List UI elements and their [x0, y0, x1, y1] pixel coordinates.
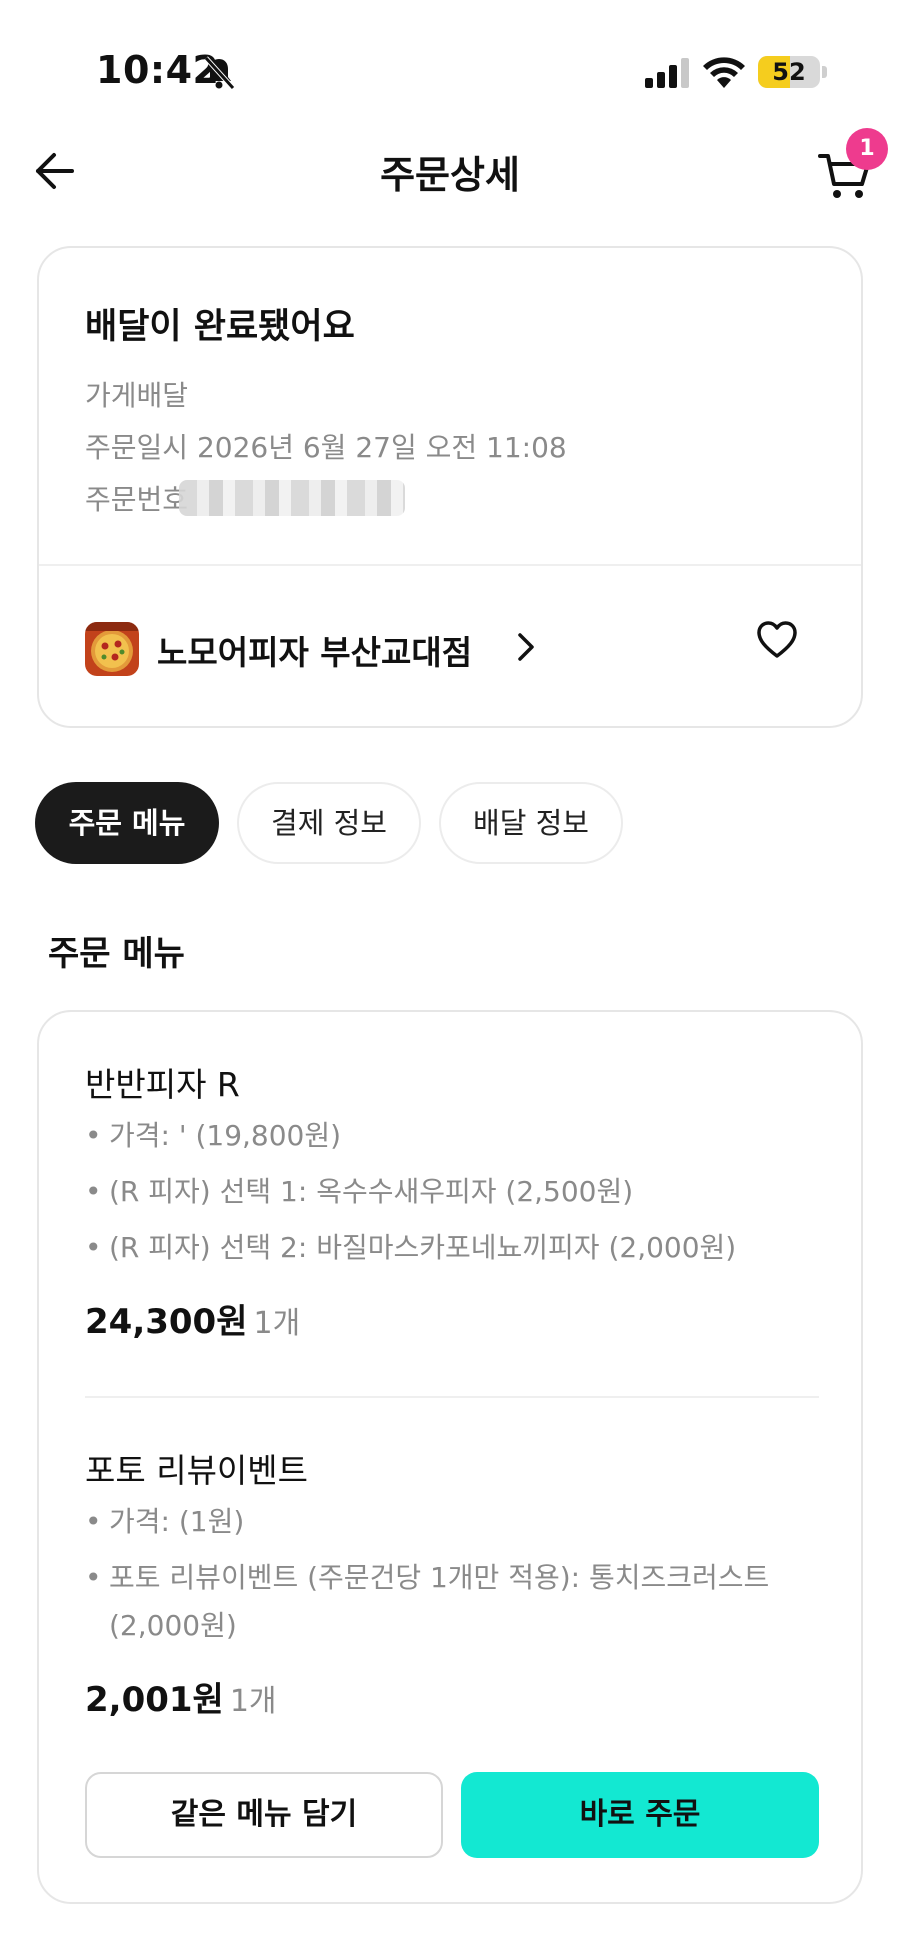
- tab-order-menu[interactable]: 주문 메뉴: [35, 782, 219, 864]
- cart-count-badge: 1: [846, 128, 888, 170]
- item-divider: [85, 1396, 819, 1398]
- menu-item-option: • (R 피자) 선택 2: 바질마스카포네뇨끼피자 (2,000원): [85, 1224, 825, 1272]
- order-date: 주문일시 2026년 6월 27일 오전 11:08: [85, 431, 567, 464]
- battery-cap: [822, 66, 827, 78]
- order-now-button[interactable]: 바로 주문: [461, 1772, 819, 1858]
- delivery-status-title: 배달이 완료됐어요: [85, 307, 355, 347]
- store-name: 노모어피자 부산교대점: [157, 633, 473, 672]
- order-menu-card: 반반피자 R • 가격: ' (19,800원) • (R 피자) 선택 1: 옥수…: [37, 1010, 863, 1904]
- menu-item-qty: 1개: [253, 1306, 301, 1341]
- tab-delivery-info[interactable]: 배달 정보: [439, 782, 623, 864]
- chevron-right-icon: [518, 633, 534, 661]
- order-status-card: 배달이 완료됐어요 가게배달 주문일시 2026년 6월 27일 오전 11:0…: [37, 246, 863, 728]
- menu-item-option: • 포토 리뷰이벤트 (주문건당 1개만 적용): 통치즈크러스트 (2,000원): [85, 1554, 825, 1650]
- menu-item-price: 2,001원 1개: [85, 1680, 277, 1720]
- pizza-thumbnail: [85, 622, 139, 676]
- heart-icon[interactable]: [755, 618, 799, 662]
- bullet: •: [85, 1561, 102, 1594]
- page-title: 주문상세: [380, 153, 520, 197]
- bullet: •: [85, 1119, 102, 1152]
- battery-level: 52: [772, 58, 806, 86]
- section-title: 주문 메뉴: [48, 934, 185, 974]
- menu-item-qty: 1개: [229, 1684, 277, 1719]
- signal-icon: [645, 58, 689, 88]
- bullet: •: [85, 1505, 102, 1538]
- order-detail-screen: 10:42 52 주문상세 1 배달이 완료됐어요 가게배달 주문일시 2026…: [0, 0, 900, 1957]
- bullet: •: [85, 1175, 102, 1208]
- menu-item-option: • (R 피자) 선택 1: 옥수수새우피자 (2,500원): [85, 1168, 825, 1216]
- menu-item-name: 반반피자 R: [85, 1065, 240, 1104]
- order-number: 주문번호: [85, 483, 189, 516]
- bell-muted-icon: [204, 56, 235, 90]
- add-same-menu-button[interactable]: 같은 메뉴 담기: [85, 1772, 443, 1858]
- store-link[interactable]: 노모어피자 부산교대점: [85, 618, 815, 678]
- bullet: •: [85, 1231, 102, 1264]
- app-header: 주문상세: [0, 120, 900, 220]
- order-number-redacted: [179, 480, 405, 516]
- menu-item-option: • 가격: (1원): [85, 1498, 825, 1546]
- menu-item-price: 24,300원 1개: [85, 1302, 301, 1342]
- wifi-icon: [703, 57, 745, 88]
- order-type: 가게배달: [85, 379, 189, 412]
- status-bar: 10:42 52: [0, 0, 900, 120]
- menu-item-name: 포토 리뷰이벤트: [85, 1451, 309, 1490]
- tab-payment-info[interactable]: 결제 정보: [237, 782, 421, 864]
- battery-icon: 52: [758, 56, 820, 88]
- menu-item-option: • 가격: ' (19,800원): [85, 1112, 825, 1160]
- card-divider: [39, 564, 861, 566]
